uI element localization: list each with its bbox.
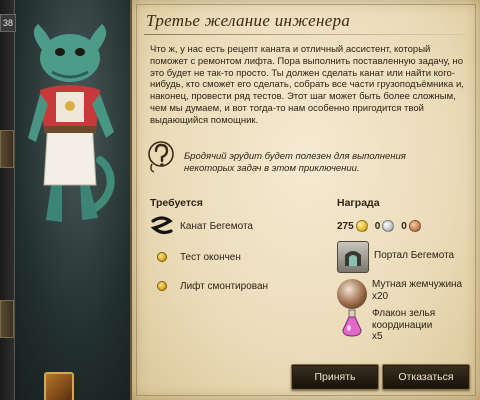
quest-hint: Бродячий эрудит будет полезен для выполн… — [184, 151, 406, 174]
npc-engineer-portrait — [28, 24, 115, 222]
requirement-item: Тест окончен — [150, 247, 241, 267]
quest-description: Что ж, у нас есть рецепт каната и отличн… — [150, 44, 464, 126]
title-divider — [144, 34, 466, 35]
requirement-label: Канат Бегемота — [180, 220, 253, 232]
quest-dialog: Третье желание инженера Что ж, у нас ест… — [130, 0, 480, 400]
inventory-bag-icon[interactable] — [44, 372, 74, 400]
requirement-label: Тест окончен — [180, 251, 241, 263]
coin-reward: 275 0 0 — [337, 220, 428, 232]
requirement-item: Канат Бегемота — [150, 216, 253, 236]
potion-icon — [337, 308, 367, 338]
portal-icon — [337, 241, 369, 273]
gold-dot-icon — [150, 276, 174, 296]
accept-button[interactable]: Принять — [291, 364, 379, 390]
reward-quantity: x20 — [372, 290, 389, 302]
reward-item[interactable]: Флакон зелья координации x5 — [337, 308, 472, 343]
reward-name: Флакон зелья координации — [372, 308, 436, 331]
silver-amount: 0 — [374, 220, 381, 232]
level-counter: 38 — [0, 14, 16, 32]
reward-name: Мутная жемчужина — [372, 279, 463, 290]
decline-button[interactable]: Отказаться — [382, 364, 470, 390]
silver-coin-icon — [382, 220, 395, 232]
reward-name: Портал Бегемота — [374, 250, 455, 261]
requirements-heading: Требуется — [150, 197, 203, 209]
pearl-icon — [337, 279, 367, 309]
left-ui-strip — [0, 0, 15, 400]
rewards-heading: Награда — [337, 197, 380, 209]
question-mark-icon — [148, 141, 174, 173]
copper-coin-icon — [408, 220, 421, 232]
side-tab-lower[interactable] — [0, 300, 14, 338]
reward-item[interactable]: Портал Бегемота — [337, 241, 454, 273]
reward-quantity: x5 — [372, 331, 383, 342]
quest-title: Третье желание инженера — [146, 11, 351, 30]
copper-amount: 0 — [401, 220, 407, 232]
reward-item[interactable]: Мутная жемчужина x20 — [337, 279, 462, 309]
requirement-label: Лифт смонтирован — [180, 280, 269, 292]
side-tab-upper[interactable] — [0, 130, 14, 168]
requirement-item: Лифт смонтирован — [150, 276, 268, 296]
gold-amount: 275 — [337, 220, 354, 232]
game-scene: 38 — [0, 0, 130, 400]
gold-coin-icon — [355, 220, 368, 232]
rope-icon — [150, 216, 174, 236]
gold-dot-icon — [150, 247, 174, 267]
